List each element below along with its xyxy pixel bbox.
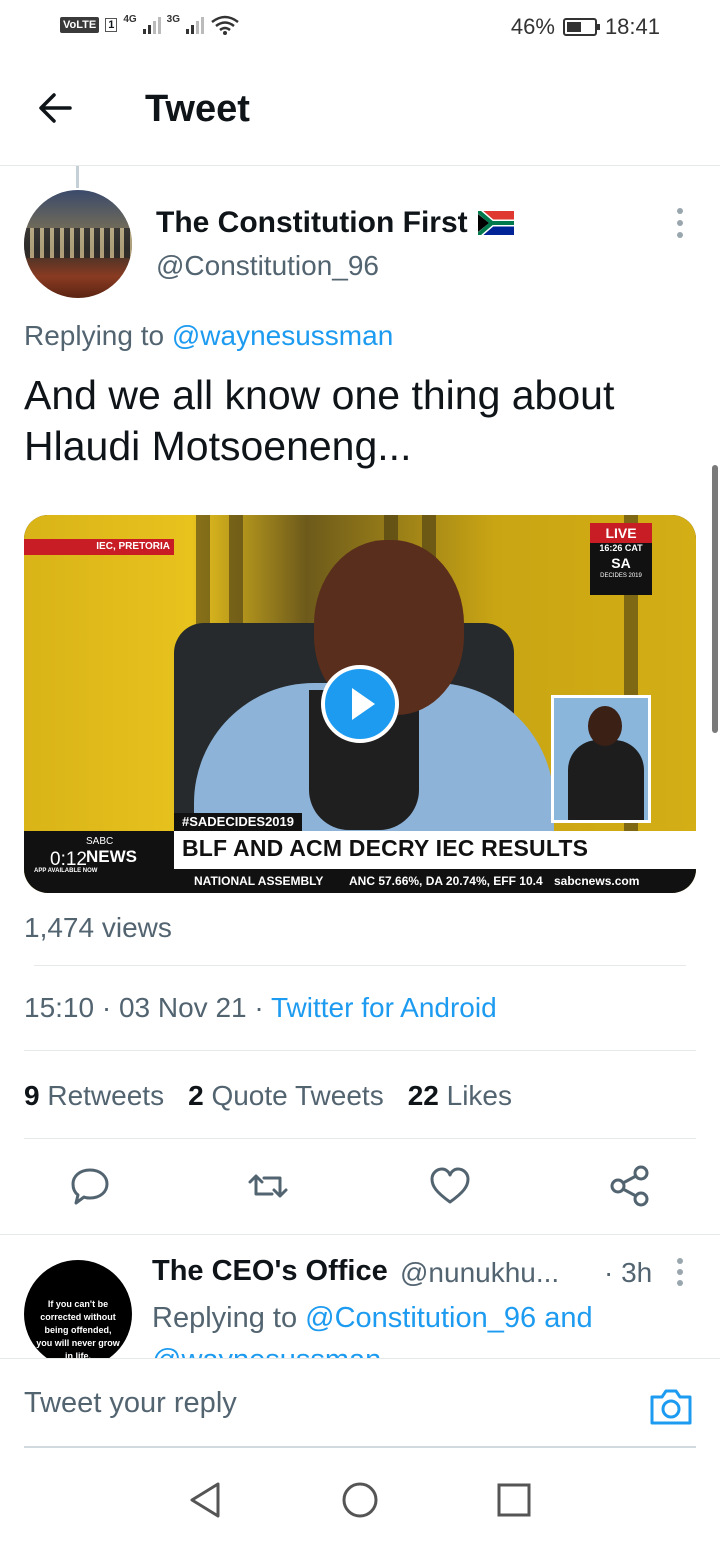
sign-language-interpreter bbox=[551, 695, 651, 823]
more-options-icon[interactable] bbox=[668, 206, 692, 240]
battery-percent: 46% bbox=[510, 14, 555, 39]
live-badge: LIVE 16:26 CAT SA DECIDES 2019 bbox=[590, 523, 652, 595]
page-title: Tweet bbox=[145, 88, 250, 130]
wifi-icon bbox=[211, 15, 239, 35]
divider bbox=[24, 1050, 696, 1051]
divider bbox=[34, 965, 686, 966]
reply-mention-2[interactable]: @waynesussman bbox=[152, 1344, 381, 1358]
video-headline: BLF AND ACM DECRY IEC RESULTS bbox=[182, 835, 589, 861]
play-icon[interactable] bbox=[321, 665, 399, 743]
divider bbox=[24, 1138, 696, 1139]
reply-input[interactable] bbox=[24, 1387, 584, 1420]
battery-icon bbox=[562, 18, 600, 36]
retweets-label: Retweets bbox=[47, 1080, 165, 1111]
retweet-icon[interactable] bbox=[246, 1164, 290, 1208]
tweet-video[interactable]: IEC, PRETORIA LIVE 16:26 CAT SA DECIDES … bbox=[24, 515, 696, 893]
video-ticker: NATIONAL ASSEMBLY ANC 57.66%, DA 20.74%,… bbox=[174, 869, 696, 893]
reply-and: and bbox=[544, 1302, 593, 1334]
retweets-stat[interactable]: 9 Retweets bbox=[24, 1080, 164, 1112]
live-label: LIVE bbox=[590, 523, 652, 543]
likes-count: 22 bbox=[407, 1080, 439, 1111]
reply-tweet[interactable]: If you can't be corrected without being … bbox=[0, 1235, 720, 1358]
replying-to-link[interactable]: @waynesussman bbox=[172, 320, 393, 351]
tweet-source-link[interactable]: Twitter for Android bbox=[271, 992, 497, 1023]
clock: 18:41 bbox=[604, 14, 660, 39]
retweets-count: 9 bbox=[24, 1080, 40, 1111]
nav-recents-icon[interactable] bbox=[494, 1480, 534, 1520]
reply-more-options-icon[interactable] bbox=[668, 1257, 692, 1287]
status-bar: VoLTE 1 4G 3G 46% 18:41 bbox=[0, 0, 720, 56]
network-type-2: 3G bbox=[166, 13, 181, 25]
quote-tweets-stat[interactable]: 2 Quote Tweets bbox=[188, 1080, 384, 1112]
sim-indicator: 1 bbox=[105, 18, 118, 32]
status-right: 46% 18:41 bbox=[511, 14, 660, 40]
ticker-results: ANC 57.66%, DA 20.74%, EFF 10.4 bbox=[349, 874, 543, 888]
likes-label: Likes bbox=[446, 1080, 513, 1111]
tweet-stats: 9 Retweets 2 Quote Tweets 22 Likes bbox=[24, 1080, 512, 1112]
back-arrow-icon[interactable] bbox=[34, 86, 78, 130]
app-header: Tweet bbox=[0, 56, 720, 166]
logo-news: NEWS bbox=[86, 847, 137, 866]
signal-icon-2 bbox=[186, 16, 205, 34]
reply-replying-to: Replying to @Constitution_96 and @waynes… bbox=[152, 1297, 692, 1358]
likes-stat[interactable]: 22 Likes bbox=[408, 1080, 512, 1112]
logo-sabc: SABC bbox=[86, 836, 114, 847]
author-handle[interactable]: @Constitution_96 bbox=[156, 250, 379, 282]
replying-prefix: Replying to bbox=[24, 320, 165, 351]
reply-icon[interactable] bbox=[68, 1164, 112, 1208]
quotes-label: Quote Tweets bbox=[211, 1080, 384, 1111]
thread-line bbox=[76, 166, 79, 188]
network-type-1: 4G bbox=[123, 13, 137, 25]
quotes-count: 2 bbox=[188, 1080, 204, 1111]
tweet-date: 03 Nov 21 bbox=[118, 992, 247, 1023]
live-time: 16:26 CAT bbox=[599, 543, 643, 553]
replying-to: Replying to @waynesussman bbox=[24, 320, 393, 352]
view-count: 1,474 views bbox=[24, 912, 172, 943]
reply-composer bbox=[0, 1358, 720, 1448]
decides-label: DECIDES 2019 bbox=[600, 573, 642, 579]
video-station-label: IEC, PRETORIA bbox=[24, 539, 174, 555]
reply-time: · 3h bbox=[604, 1257, 653, 1288]
share-icon[interactable] bbox=[608, 1164, 652, 1208]
composer-underline bbox=[24, 1446, 696, 1448]
reply-author-handle[interactable]: @nunukhu... bbox=[400, 1257, 559, 1289]
tweet-actions bbox=[0, 1160, 720, 1216]
tweet-meta: 15:10 · 03 Nov 21 · Twitter for Android bbox=[24, 992, 497, 1023]
author-name-row[interactable]: The Constitution First bbox=[156, 206, 514, 240]
ticker-site: sabcnews.com bbox=[554, 874, 640, 888]
signal-icon bbox=[142, 16, 161, 34]
reply-replying-prefix: Replying to bbox=[152, 1302, 298, 1334]
like-heart-icon[interactable] bbox=[428, 1164, 472, 1208]
ticker-left: NATIONAL ASSEMBLY bbox=[194, 874, 324, 888]
south-africa-flag-icon bbox=[477, 211, 514, 235]
tweet-time: 15:10 bbox=[24, 992, 95, 1023]
nav-home-icon[interactable] bbox=[340, 1480, 380, 1520]
volte-indicator: VoLTE bbox=[60, 17, 100, 33]
sa-badge: SA bbox=[611, 555, 631, 571]
system-nav-bar bbox=[0, 1452, 720, 1541]
scrollbar[interactable] bbox=[712, 465, 718, 733]
video-hashtag: #SADECIDES2019 bbox=[174, 813, 302, 831]
reply-avatar[interactable]: If you can't be corrected without being … bbox=[24, 1260, 132, 1358]
sabc-news-logo: SABC NEWS APP AVAILABLE NOW bbox=[24, 831, 174, 893]
author-name[interactable]: The Constitution First bbox=[156, 206, 468, 240]
video-duration: 0:12 bbox=[50, 849, 87, 870]
reply-author-name[interactable]: The CEO's Office bbox=[152, 1255, 388, 1288]
author-avatar[interactable] bbox=[24, 190, 132, 298]
camera-icon[interactable] bbox=[648, 1385, 694, 1427]
tweet-text: And we all know one thing about Hlaudi M… bbox=[24, 372, 615, 469]
nav-back-icon[interactable] bbox=[186, 1480, 226, 1520]
status-left: VoLTE 1 4G 3G bbox=[60, 14, 240, 36]
reply-mention-1[interactable]: @Constitution_96 bbox=[305, 1302, 536, 1334]
